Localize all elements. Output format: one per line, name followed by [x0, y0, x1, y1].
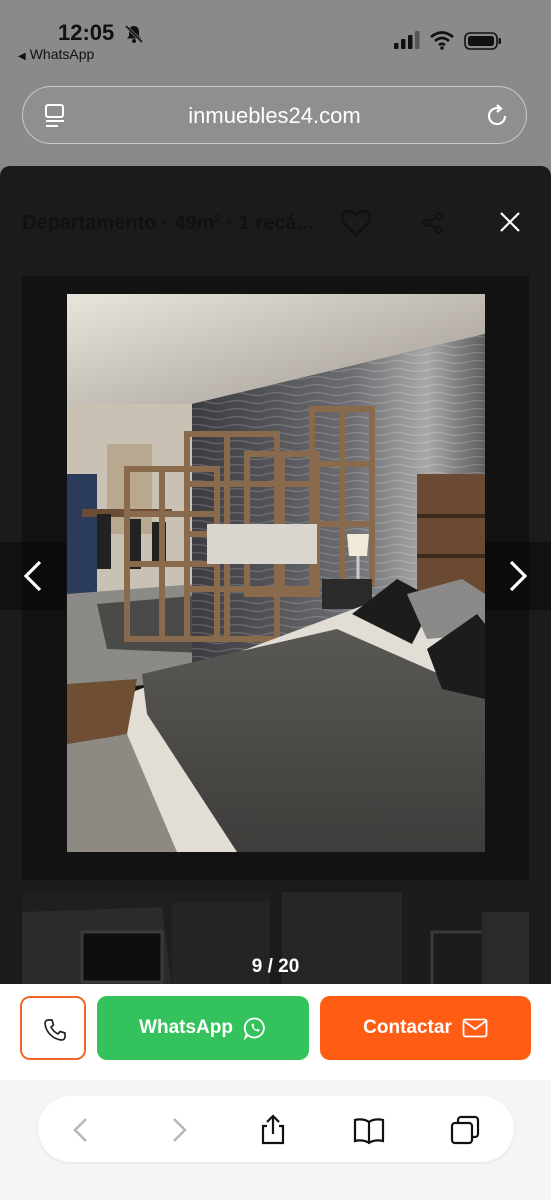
listing-title: Departamento · 49m² · 1 recá... [22, 212, 314, 234]
tabs-icon[interactable] [449, 1114, 481, 1146]
url-text: inmuebles24.com [188, 103, 361, 128]
photo-frame[interactable] [22, 276, 529, 880]
status-bar: 12:05 ◀ WhatsApp [0, 0, 551, 70]
close-icon[interactable] [498, 210, 522, 234]
back-icon[interactable] [66, 1114, 98, 1146]
photo-gallery-modal: Departamento · 49m² · 1 recá... 9 / 20 [0, 166, 551, 986]
browser-toolbar [38, 1096, 514, 1162]
contact-action-bar: WhatsApp Contactar [0, 984, 551, 1080]
reload-icon[interactable] [484, 103, 510, 129]
share-icon[interactable] [420, 210, 446, 236]
back-to-whatsapp-link[interactable]: ◀ WhatsApp [18, 46, 94, 62]
whatsapp-button-label: WhatsApp [139, 1017, 233, 1038]
contact-button[interactable]: Contactar [320, 996, 531, 1060]
call-button[interactable] [20, 996, 86, 1060]
bookmarks-icon[interactable] [353, 1114, 385, 1146]
heart-icon[interactable] [340, 208, 372, 238]
battery-icon [464, 32, 501, 50]
forward-icon[interactable] [162, 1114, 194, 1146]
chevron-right-icon[interactable] [505, 558, 531, 594]
whatsapp-icon [243, 1017, 265, 1040]
status-time: 12:05 [58, 20, 115, 45]
contact-button-label: Contactar [363, 1017, 452, 1038]
back-triangle-icon: ◀ [18, 51, 26, 62]
browser-toolbar-area [0, 1080, 551, 1200]
back-app-label: WhatsApp [29, 46, 95, 62]
wifi-icon [430, 31, 454, 50]
signal-icon [394, 31, 420, 49]
phone-icon [44, 1019, 66, 1041]
bedroom-photo[interactable] [67, 294, 485, 852]
whatsapp-button[interactable]: WhatsApp [97, 996, 309, 1060]
address-bar[interactable]: inmuebles24.com [22, 86, 527, 144]
share-sheet-icon[interactable] [257, 1114, 289, 1146]
bell-slash-icon [124, 24, 144, 44]
mail-icon [462, 1018, 488, 1038]
photo-counter: 9 / 20 [251, 956, 300, 977]
chevron-left-icon[interactable] [20, 558, 46, 594]
